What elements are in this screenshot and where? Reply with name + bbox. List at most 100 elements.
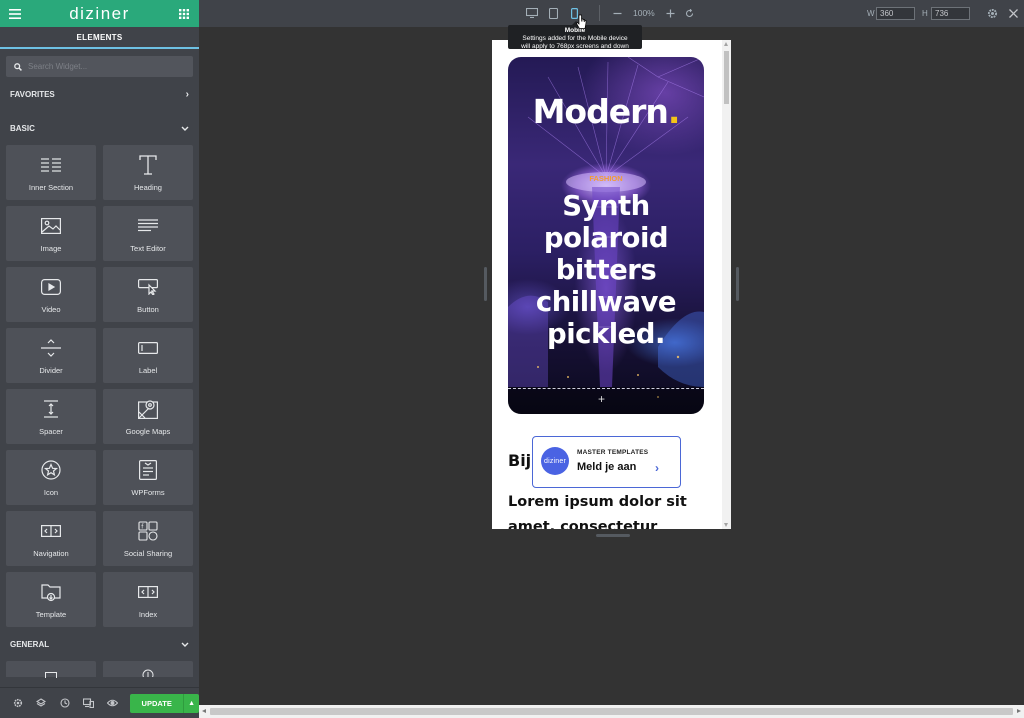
template-icon <box>40 581 62 603</box>
widget-image[interactable]: Image <box>6 206 96 261</box>
general-label: GENERAL <box>10 639 50 649</box>
settings-gear-icon[interactable] <box>985 6 999 20</box>
widget-divider[interactable]: Divider <box>6 328 96 383</box>
scroll-right-arrow-icon[interactable] <box>1017 709 1021 713</box>
grid-apps-icon[interactable] <box>177 7 191 21</box>
basic-section-header[interactable]: BASIC <box>0 111 199 145</box>
history-icon[interactable] <box>53 691 77 715</box>
index-icon <box>137 581 159 603</box>
sidebar-footer: UPDATE ▲ <box>0 687 200 718</box>
top-toolbar: 100% W H <box>199 0 1024 27</box>
width-label: W <box>867 9 875 18</box>
scroll-up-arrow-icon[interactable] <box>724 42 728 46</box>
general-widget-add[interactable] <box>103 661 193 681</box>
widget-label[interactable]: Label <box>103 328 193 383</box>
preview-eye-icon[interactable] <box>101 691 125 715</box>
widget-inner-section[interactable]: Inner Section <box>6 145 96 200</box>
widget-social-sharing[interactable]: f Social Sharing <box>103 511 193 566</box>
scrollbar-thumb[interactable] <box>210 708 1013 715</box>
height-input[interactable] <box>931 7 970 20</box>
widget-text-editor[interactable]: Text Editor <box>103 206 193 261</box>
sidebar: diziner ELEMENTS FAVORITES › BASIC <box>0 0 200 718</box>
scrollbar-thumb[interactable] <box>724 51 729 104</box>
master-templates-card[interactable]: diziner MASTER TEMPLATES Meld je aan › <box>532 436 681 488</box>
tab-elements[interactable]: ELEMENTS <box>0 27 199 49</box>
plus-circle-icon <box>142 664 154 682</box>
update-options-caret-icon[interactable]: ▲ <box>183 693 200 713</box>
widget-spacer[interactable]: Spacer <box>6 389 96 444</box>
settings-gear-icon[interactable] <box>6 691 30 715</box>
search-widget-box[interactable] <box>6 56 193 77</box>
lorem-paragraph: Lorem ipsum dolor sit amet, consectetur <box>508 494 687 529</box>
text-editor-icon <box>137 215 159 237</box>
update-button[interactable]: UPDATE <box>130 693 184 713</box>
close-icon[interactable] <box>1006 6 1020 20</box>
widget-label: Inner Section <box>28 182 74 192</box>
general-widget-image[interactable] <box>6 661 96 681</box>
video-icon <box>40 276 62 298</box>
widget-template[interactable]: Template <box>6 572 96 627</box>
tooltip-title: Mobile <box>564 27 586 34</box>
reset-zoom-icon[interactable] <box>682 6 696 20</box>
hamburger-menu-icon[interactable] <box>8 7 22 21</box>
social-sharing-icon: f <box>137 520 159 542</box>
hero-tag: FASHION <box>589 174 623 183</box>
zoom-level: 100% <box>633 8 655 18</box>
preview-vertical-scrollbar[interactable] <box>722 40 731 529</box>
widget-label: Google Maps <box>125 426 171 436</box>
widget-label: Icon <box>43 487 59 497</box>
width-input[interactable] <box>876 7 915 20</box>
widget-video[interactable]: Video <box>6 267 96 322</box>
hero-title-dot: . <box>667 92 681 131</box>
wpforms-icon <box>137 459 159 481</box>
resize-handle-right[interactable] <box>736 267 739 301</box>
widget-index[interactable]: Index <box>103 572 193 627</box>
mouse-pointer-icon <box>576 14 587 29</box>
diziner-logo: diziner <box>69 3 130 23</box>
favorites-label: FAVORITES <box>10 89 55 99</box>
resize-handle-left[interactable] <box>484 267 487 301</box>
tooltip-line-2: will apply to 768px screens and down <box>521 43 629 50</box>
drop-zone-outline[interactable] <box>508 388 704 414</box>
responsive-mode-icon[interactable] <box>77 691 101 715</box>
widget-label: Index <box>138 609 158 619</box>
tooltip-line-1: Settings added for the Mobile device <box>522 35 628 42</box>
scroll-left-arrow-icon[interactable] <box>202 709 206 713</box>
widget-label: Text Editor <box>130 243 166 253</box>
widget-heading[interactable]: Heading <box>103 145 193 200</box>
hero-section[interactable]: Modern. FASHION Synth polaroid bitters c… <box>508 57 704 414</box>
layers-icon[interactable] <box>30 691 54 715</box>
navigation-icon <box>40 520 62 542</box>
general-section-header[interactable]: GENERAL <box>0 627 199 661</box>
basic-label: BASIC <box>10 123 35 133</box>
hero-title-text: Modern <box>532 92 669 131</box>
zoom-out-icon[interactable] <box>610 6 624 20</box>
canvas-horizontal-scrollbar[interactable] <box>199 705 1024 718</box>
widget-google-maps[interactable]: Google Maps <box>103 389 193 444</box>
hero-headline: Synth polaroid bitters chillwave pickled… <box>535 190 677 350</box>
widget-label: Social Sharing <box>123 548 173 558</box>
widget-label: Button <box>137 304 159 314</box>
widget-wpforms[interactable]: WPForms <box>103 450 193 505</box>
master-templates-kicker: MASTER TEMPLATES <box>577 449 649 456</box>
editor-canvas: Modern. FASHION Synth polaroid bitters c… <box>199 27 1024 705</box>
search-widget-input[interactable] <box>28 62 178 71</box>
zoom-in-icon[interactable] <box>663 6 677 20</box>
scroll-down-arrow-icon[interactable] <box>724 523 728 527</box>
tablet-device-icon[interactable] <box>546 6 560 20</box>
editor-app: diziner ELEMENTS FAVORITES › BASIC <box>0 0 1024 718</box>
image-icon <box>40 215 62 237</box>
star-icon <box>40 459 62 481</box>
toolbar-separator <box>599 5 600 21</box>
resize-handle-bottom[interactable] <box>596 534 630 537</box>
widget-navigation[interactable]: Navigation <box>6 511 96 566</box>
signup-cta[interactable]: Meld je aan <box>577 461 636 473</box>
tab-elements-label: ELEMENTS <box>76 32 123 42</box>
desktop-device-icon[interactable] <box>525 6 539 20</box>
favorites-section-header[interactable]: FAVORITES › <box>0 77 199 111</box>
widget-label: Navigation <box>33 548 69 558</box>
widget-icon[interactable]: Icon <box>6 450 96 505</box>
widget-button[interactable]: Button <box>103 267 193 322</box>
add-section-plus-icon[interactable]: + <box>598 392 605 406</box>
chevron-right-icon[interactable]: › <box>655 461 659 475</box>
